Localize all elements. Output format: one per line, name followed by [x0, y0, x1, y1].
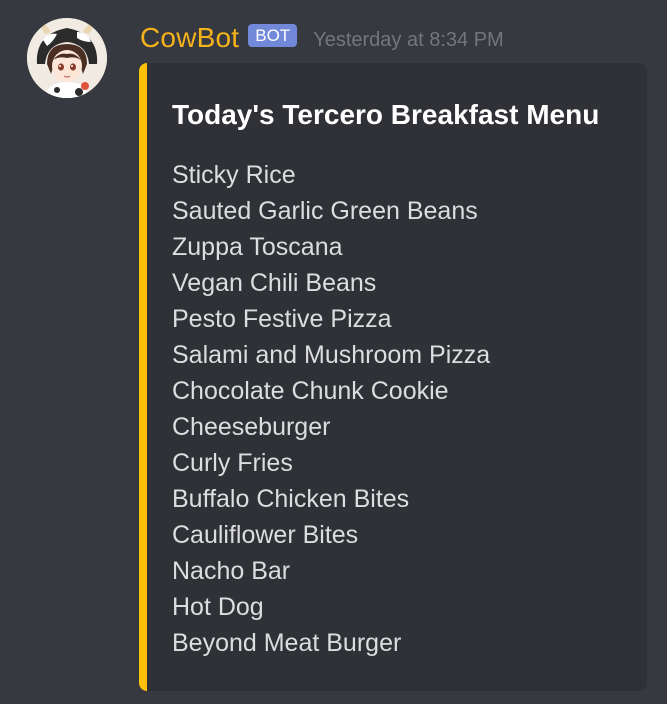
- menu-item: Cheeseburger: [172, 413, 331, 441]
- menu-item: Beyond Meat Burger: [172, 629, 402, 657]
- menu-item: Pesto Festive Pizza: [172, 305, 392, 333]
- bot-tag: BOT: [248, 23, 298, 47]
- avatar[interactable]: [27, 18, 107, 98]
- message-header: CowBot BOT Yesterday at 8:34 PM: [140, 18, 504, 58]
- menu-item: Vegan Chili Beans: [172, 269, 377, 297]
- menu-list: Sticky Rice Sauted Garlic Green Beans Zu…: [172, 157, 490, 661]
- menu-item: Cauliflower Bites: [172, 521, 359, 549]
- timestamp[interactable]: Yesterday at 8:34 PM: [313, 29, 504, 52]
- username[interactable]: CowBot: [140, 22, 239, 54]
- anime-cow-girl-avatar-icon: [27, 18, 107, 98]
- menu-item: Buffalo Chicken Bites: [172, 485, 410, 513]
- embed: Today's Tercero Breakfast Menu Sticky Ri…: [139, 63, 647, 691]
- menu-item: Sauted Garlic Green Beans: [172, 197, 478, 225]
- menu-item: Salami and Mushroom Pizza: [172, 341, 491, 369]
- menu-item: Nacho Bar: [172, 557, 291, 585]
- embed-title: Today's Tercero Breakfast Menu: [172, 99, 600, 130]
- menu-item: Curly Fries: [172, 449, 293, 477]
- menu-item: Zuppa Toscana: [172, 233, 343, 261]
- embed-accent-bar: [139, 63, 147, 691]
- chat-message: CowBot BOT Yesterday at 8:34 PM Today's …: [0, 0, 667, 704]
- menu-item: Chocolate Chunk Cookie: [172, 377, 449, 405]
- menu-item: Hot Dog: [172, 593, 264, 621]
- menu-item: Sticky Rice: [172, 161, 296, 189]
